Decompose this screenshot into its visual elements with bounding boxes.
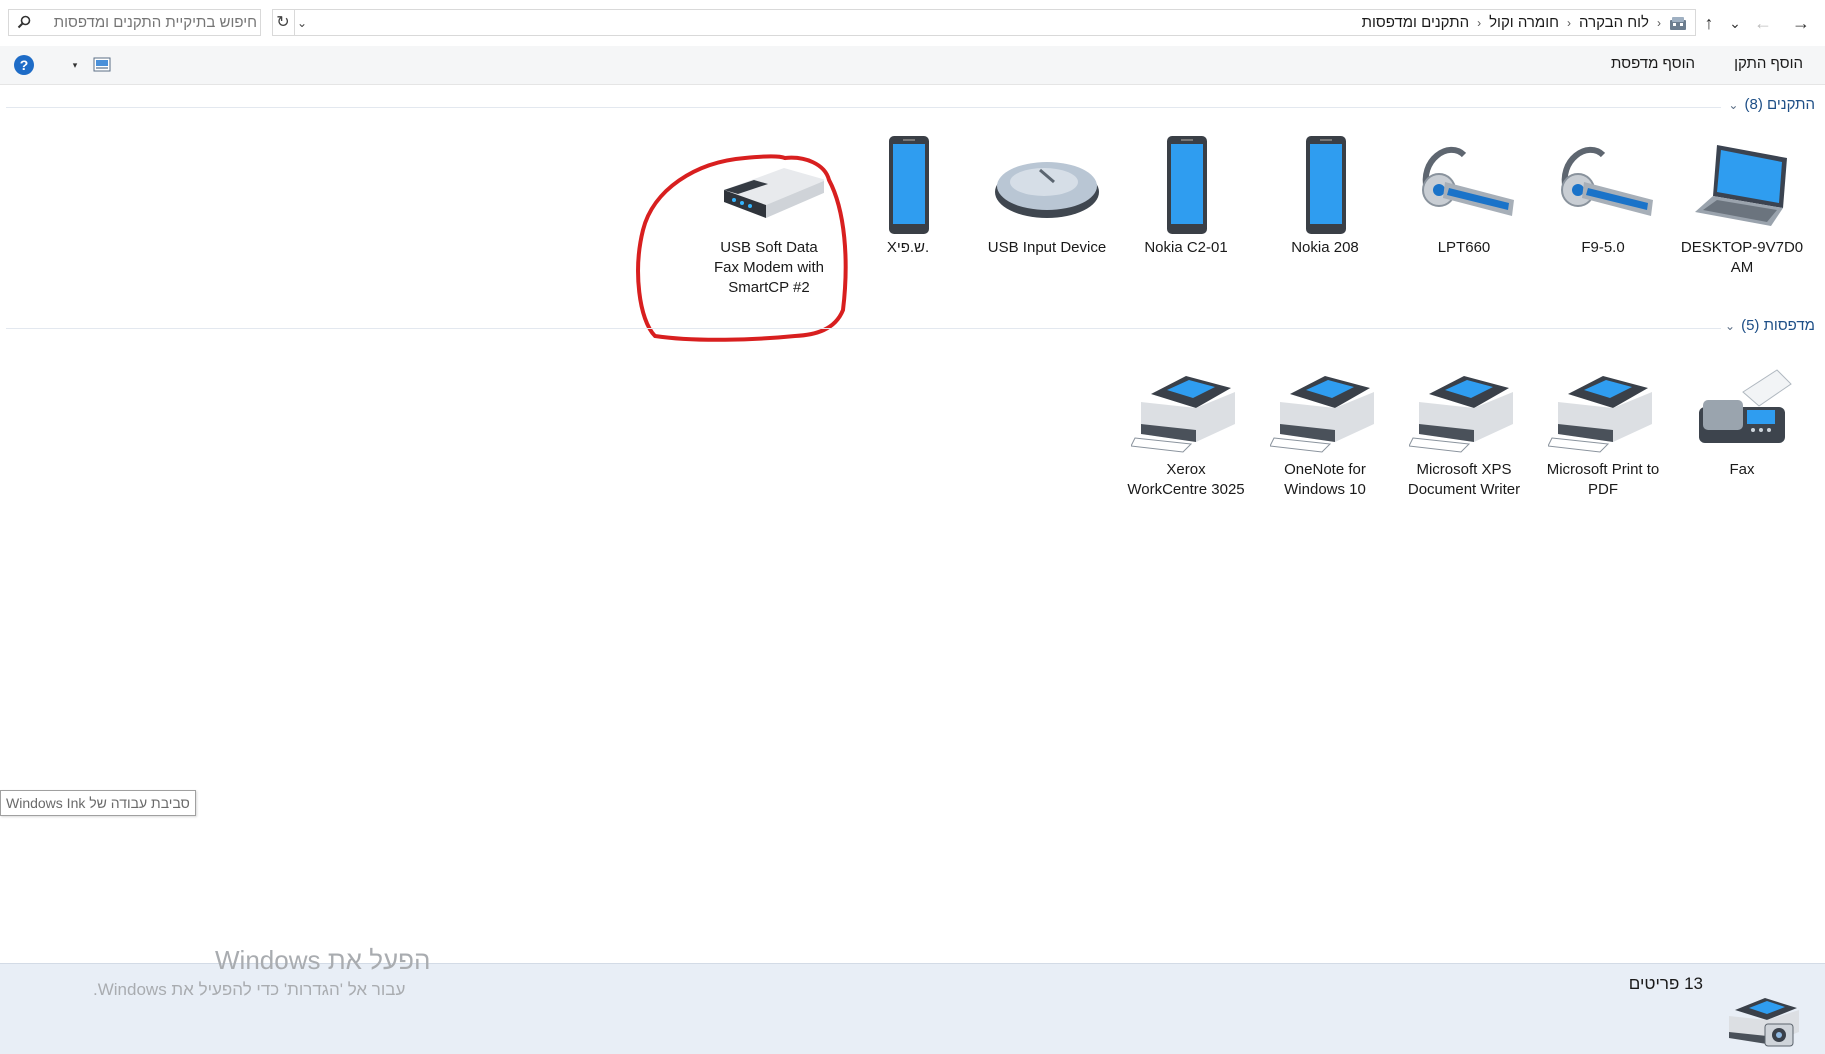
refresh-icon[interactable]: ↻ <box>272 9 295 36</box>
phone-icon <box>889 136 929 234</box>
breadcrumb-separator[interactable]: › <box>1473 16 1485 30</box>
printer-icon <box>1270 376 1374 453</box>
group-title-devices: התקנים (8) <box>1744 96 1815 113</box>
group-divider <box>6 328 1721 329</box>
device-item[interactable]: DESKTOP-9V7D0 AM <box>1680 130 1804 278</box>
breadcrumb-devices-printers[interactable]: התקנים ומדפסות <box>1358 14 1474 31</box>
printer-icon <box>1409 376 1513 453</box>
device-label: LPT660 <box>1437 239 1491 256</box>
search-icon <box>17 15 31 29</box>
modem-icon <box>724 168 824 218</box>
device-item[interactable]: F9-5.0 <box>1541 130 1665 258</box>
up-arrow-icon[interactable]: ↑ <box>1698 12 1720 34</box>
device-label: F9-5.0 <box>1581 239 1625 256</box>
headset-icon <box>1561 147 1653 216</box>
breadcrumb-control-panel[interactable]: לוח הבקרה <box>1575 14 1653 31</box>
breadcrumb: › לוח הבקרה › חומרה וקול › התקנים ומדפסו… <box>1358 10 1689 35</box>
device-label: Nokia 208 <box>1291 239 1359 256</box>
device-item[interactable]: Xש.פי. <box>846 130 970 258</box>
device-item[interactable]: USB Input Device <box>985 130 1109 258</box>
device-label: DESKTOP-9V7D0 AM <box>1680 239 1804 276</box>
printer-item[interactable]: Microsoft XPS Document Writer <box>1402 352 1526 500</box>
printer-icon <box>1548 376 1652 453</box>
printer-label: Fax <box>1729 461 1755 478</box>
devices-printers-icon <box>1729 998 1799 1047</box>
search-box[interactable] <box>8 9 261 36</box>
collapse-chevron-icon[interactable]: ⌄ <box>1728 98 1738 112</box>
add-device-button[interactable]: הוסף התקן <box>1734 55 1803 72</box>
view-dropdown-chevron-icon[interactable]: ▾ <box>70 60 80 70</box>
mouse-icon <box>995 162 1099 218</box>
breadcrumb-hardware-sound[interactable]: חומרה וקול <box>1485 14 1563 31</box>
help-icon[interactable]: ? <box>14 55 34 75</box>
device-label: USB Soft Data Fax Modem with SmartCP #2 <box>713 239 825 296</box>
phone-icon <box>1167 136 1207 234</box>
printer-label: Microsoft XPS Document Writer <box>1407 461 1521 498</box>
device-label: Nokia C2-01 <box>1144 239 1228 256</box>
back-arrow-icon[interactable]: → <box>1790 12 1812 34</box>
add-printer-button[interactable]: הוסף מדפסת <box>1611 55 1695 72</box>
device-label: USB Input Device <box>987 239 1107 256</box>
printer-label: OneNote for Windows 10 <box>1284 461 1366 498</box>
printer-item[interactable]: Microsoft Print to PDF <box>1541 352 1665 500</box>
device-item[interactable]: LPT660 <box>1402 130 1526 258</box>
group-header-printers[interactable]: מדפסות (5) ⌄ <box>1725 317 1815 334</box>
control-panel-icon[interactable] <box>1669 15 1687 31</box>
forward-arrow-icon[interactable]: ← <box>1752 12 1774 34</box>
phone-icon <box>1306 136 1346 234</box>
item-count: 13 פריטים <box>1628 974 1703 993</box>
group-divider <box>6 107 1721 108</box>
recent-locations-chevron-icon[interactable]: ⌄ <box>1724 12 1746 34</box>
group-header-devices[interactable]: התקנים (8) ⌄ <box>1728 96 1815 113</box>
fax-icon <box>1699 369 1792 443</box>
command-bar: הוסף התקן הוסף מדפסת ? ▾ <box>0 46 1825 85</box>
address-bar[interactable]: ↻ ⌄ › לוח הבקרה › חומרה וקול › התקנים ומ… <box>272 9 1696 36</box>
address-row: → ← ⌄ ↑ ↻ ⌄ › לוח הבקרה › חומרה וקול › ה… <box>0 0 1825 46</box>
device-item[interactable]: USB Soft Data Fax Modem with SmartCP #2 <box>707 130 831 298</box>
windows-ink-tooltip: סביבת עבודה של Windows Ink <box>0 790 196 816</box>
address-dropdown-chevron-icon[interactable]: ⌄ <box>293 13 311 33</box>
breadcrumb-separator[interactable]: › <box>1653 16 1665 30</box>
change-view-icon[interactable] <box>93 57 111 72</box>
details-pane: 13 פריטים <box>0 963 1825 1054</box>
breadcrumb-separator[interactable]: › <box>1563 16 1575 30</box>
activation-watermark-title: הפעל את Windows <box>215 945 431 975</box>
device-label: Xש.פי. <box>886 239 930 256</box>
headset-icon <box>1422 147 1514 216</box>
device-item[interactable]: Nokia 208 <box>1263 130 1387 258</box>
activation-watermark-subtitle: עבור אל 'הגדרות' כדי להפעיל את Windows. <box>93 980 406 999</box>
laptop-icon <box>1695 145 1787 226</box>
printer-item[interactable]: Fax <box>1680 352 1804 480</box>
group-title-printers: מדפסות (5) <box>1741 317 1815 334</box>
printer-item[interactable]: OneNote for Windows 10 <box>1263 352 1387 500</box>
search-input[interactable] <box>33 12 257 33</box>
printer-item[interactable]: Xerox WorkCentre 3025 <box>1124 352 1248 500</box>
device-item[interactable]: Nokia C2-01 <box>1124 130 1248 258</box>
printer-icon <box>1131 376 1235 453</box>
collapse-chevron-icon[interactable]: ⌄ <box>1725 319 1735 333</box>
printer-label: Microsoft Print to PDF <box>1546 461 1660 498</box>
printer-label: Xerox WorkCentre 3025 <box>1127 461 1245 498</box>
